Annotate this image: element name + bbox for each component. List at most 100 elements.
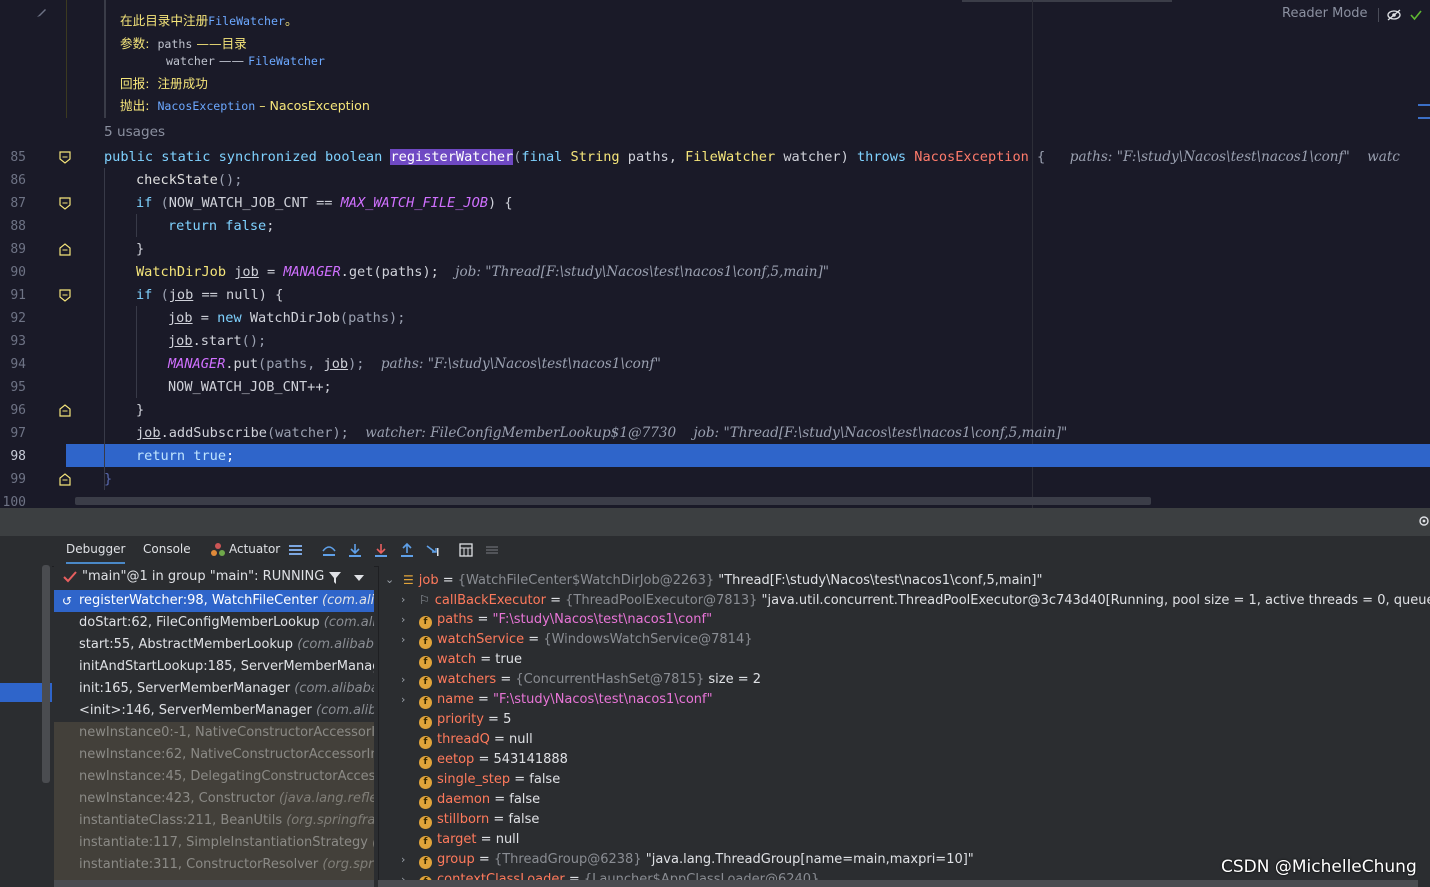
line-number[interactable]: 85	[0, 150, 26, 165]
chevron-down-icon[interactable]	[354, 575, 364, 581]
variable-row[interactable]: f name = "F:\study\Nacos\test\nacos1\conf…	[419, 690, 713, 710]
line-number[interactable]: 99	[0, 472, 26, 487]
reader-mode-toggle[interactable]: Reader Mode	[1282, 6, 1368, 21]
code-editor[interactable]: 在此目录中注册FileWatcher。 参数: paths ——目录 watch…	[0, 0, 1430, 508]
line-number[interactable]: 86	[0, 173, 26, 188]
variable-row[interactable]: ⚐ callBackExecutor = {ThreadPoolExecutor@…	[419, 590, 1430, 610]
javadoc-render: 在此目录中注册FileWatcher。 参数: paths ——目录 watch…	[104, 0, 526, 118]
checkmark-icon[interactable]	[1410, 9, 1422, 21]
variable-row[interactable]: f daemon = false	[419, 790, 540, 810]
tab-debugger[interactable]: Debugger	[66, 542, 126, 564]
line-number[interactable]: 94	[0, 357, 26, 372]
fold-open-icon[interactable]	[59, 289, 71, 302]
fold-open-icon[interactable]	[59, 197, 71, 210]
variable-row[interactable]: f threadQ = null	[419, 730, 533, 750]
expand-arrow-icon[interactable]: ›	[401, 610, 409, 630]
stack-frame[interactable]: doStart:62, FileConfigMemberLookup (com.…	[54, 612, 374, 634]
variable-row[interactable]: f paths = "F:\study\Nacos\test\nacos1\con…	[419, 610, 712, 630]
expand-arrow-icon[interactable]: ›	[401, 690, 409, 710]
code-line-92[interactable]: job = new WatchDirJob(paths);	[168, 307, 405, 330]
variable-row[interactable]: f watch = true	[419, 650, 522, 670]
variable-row[interactable]: ☰ job = {WatchFileCenter$WatchDirJob@2263…	[403, 570, 1042, 590]
run-to-cursor-icon[interactable]	[425, 542, 441, 558]
step-into-icon[interactable]	[347, 542, 363, 558]
eye-hidden-icon[interactable]	[1387, 9, 1401, 21]
stack-frame[interactable]: instantiate:117, SimpleInstantiationStra…	[54, 832, 374, 854]
code-line-85[interactable]: public static synchronized boolean regis…	[104, 146, 1400, 169]
code-line-96[interactable]: }	[136, 399, 144, 422]
step-out-icon[interactable]	[399, 542, 415, 558]
line-number[interactable]: 92	[0, 311, 26, 326]
variable-row[interactable]: f single_step = false	[419, 770, 560, 790]
line-number[interactable]: 96	[0, 403, 26, 418]
fold-close-icon[interactable]	[59, 473, 71, 486]
force-step-into-icon[interactable]	[373, 542, 389, 558]
fold-close-icon[interactable]	[59, 243, 71, 256]
code-line-98[interactable]: return true;	[136, 445, 234, 468]
line-number[interactable]: 95	[0, 380, 26, 395]
variable-row[interactable]: f target = null	[419, 830, 519, 850]
code-line-91[interactable]: if (job == null) {	[136, 284, 283, 307]
expand-arrow-icon[interactable]: ›	[401, 590, 409, 610]
frames-horizontal-scrollbar[interactable]	[54, 880, 374, 887]
fold-open-icon[interactable]	[59, 151, 71, 164]
tab-console[interactable]: Console	[143, 542, 191, 556]
thread-selector[interactable]: "main"@1 in group "main": RUNNING	[54, 566, 374, 590]
line-number-current[interactable]: 98	[0, 449, 26, 464]
variable-row[interactable]: f stillborn = false	[419, 810, 539, 830]
line-number[interactable]: 97	[0, 426, 26, 441]
stack-frame[interactable]: newInstance0:-1, NativeConstructorAccess…	[54, 722, 374, 744]
stack-frame[interactable]: <init>:146, ServerMemberManager (com.ali…	[54, 700, 374, 722]
stack-frame[interactable]: start:55, AbstractMemberLookup (com.alib…	[54, 634, 374, 656]
stack-frame[interactable]: newInstance:62, NativeConstructorAccesso…	[54, 744, 374, 766]
stack-frame[interactable]: newInstance:45, DelegatingConstructorAcc…	[54, 766, 374, 788]
line-number[interactable]: 88	[0, 219, 26, 234]
stack-frame[interactable]: initAndStartLookup:185, ServerMemberMana…	[54, 656, 374, 678]
code-line-90[interactable]: WatchDirJob job = MANAGER.get(paths); jo…	[136, 261, 829, 284]
evaluate-expression-icon[interactable]	[458, 542, 474, 558]
editor-top-scroll-thumb[interactable]	[962, 0, 1172, 2]
tab-actuator[interactable]: Actuator	[229, 542, 280, 556]
trace-stream-icon[interactable]	[484, 542, 500, 558]
menu-lines-icon[interactable]	[288, 542, 304, 558]
code-line-87[interactable]: if (NOW_WATCH_JOB_CNT == MAX_WATCH_FILE_…	[136, 192, 513, 215]
stack-frame[interactable]: instantiate:311, ConstructorResolver (or…	[54, 854, 374, 876]
line-number[interactable]: 87	[0, 196, 26, 211]
line-number[interactable]: 89	[0, 242, 26, 257]
variable-row[interactable]: f watchers = {ConcurrentHashSet@7815} siz…	[419, 670, 761, 690]
frames-vertical-scrollbar[interactable]	[42, 565, 50, 783]
variable-row[interactable]: f eetop = 543141888	[419, 750, 568, 770]
expand-arrow-icon[interactable]: ›	[401, 630, 409, 650]
stack-frame[interactable]: newInstance:423, Constructor (java.lang.…	[54, 788, 374, 810]
edit-pencil-icon[interactable]	[36, 6, 48, 18]
stack-frame[interactable]: instantiateClass:211, BeanUtils (org.spr…	[54, 810, 374, 832]
line-number[interactable]: 100	[0, 495, 26, 508]
line-number[interactable]: 93	[0, 334, 26, 349]
filter-icon[interactable]	[328, 571, 342, 585]
code-line-95[interactable]: NOW_WATCH_JOB_CNT++;	[168, 376, 332, 399]
line-number[interactable]: 90	[0, 265, 26, 280]
settings-gear-icon[interactable]	[1418, 515, 1430, 527]
expand-arrow-open-icon[interactable]: ⌄	[385, 570, 394, 590]
code-line-89[interactable]: }	[136, 238, 144, 261]
expand-arrow-icon[interactable]: ›	[401, 850, 409, 870]
variable-row[interactable]: f priority = 5	[419, 710, 511, 730]
expand-arrow-icon[interactable]: ›	[401, 670, 409, 690]
stack-frame[interactable]: init:165, ServerMemberManager (com.aliba…	[54, 678, 374, 700]
code-line-88[interactable]: return false;	[168, 215, 274, 238]
variable-row[interactable]: f group = {ThreadGroup@6238} "java.lang.T…	[419, 850, 974, 870]
code-line-94[interactable]: MANAGER.put(paths, job); paths: "F:\stud…	[168, 353, 661, 376]
code-line-99[interactable]: }	[104, 468, 112, 491]
stack-frame[interactable]: ↺ registerWatcher:98, WatchFileCenter (co…	[54, 590, 374, 612]
fold-close-icon[interactable]	[59, 404, 71, 417]
variable-row[interactable]: f watchService = {WindowsWatchService@781…	[419, 630, 753, 650]
line-number[interactable]: 91	[0, 288, 26, 303]
code-line-86[interactable]: checkState();	[136, 169, 242, 192]
usages-hint[interactable]: 5 usages	[104, 124, 165, 140]
editor-horizontal-scrollbar[interactable]	[75, 497, 1151, 505]
step-over-icon[interactable]	[321, 542, 337, 558]
code-line-97[interactable]: job.addSubscribe(watcher); watcher: File…	[136, 422, 1067, 445]
variables-horizontal-scrollbar[interactable]	[378, 880, 1418, 887]
doc-param-watcher: watcher —— FileWatcher	[166, 53, 325, 68]
code-line-93[interactable]: job.start();	[168, 330, 266, 353]
